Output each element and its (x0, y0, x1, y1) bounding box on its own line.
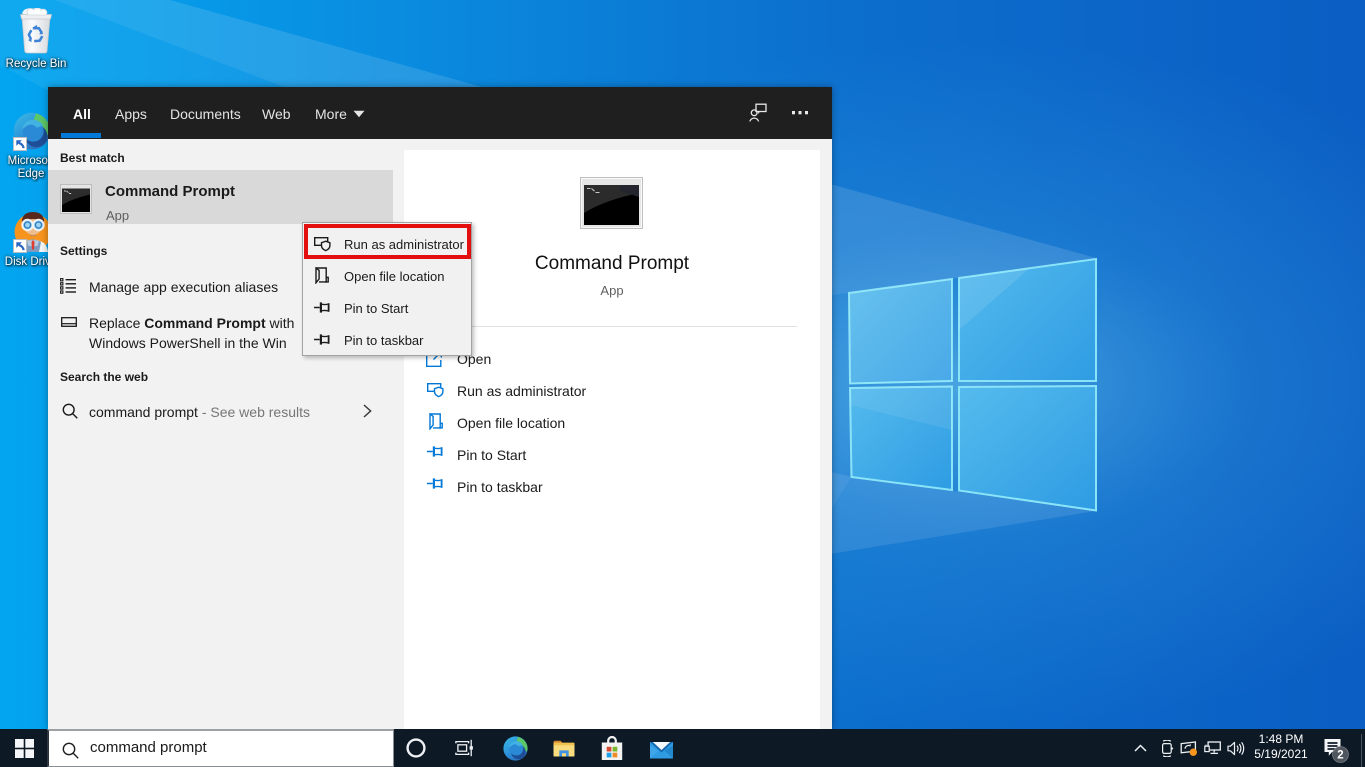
svg-text:2: 2 (1337, 750, 1343, 762)
